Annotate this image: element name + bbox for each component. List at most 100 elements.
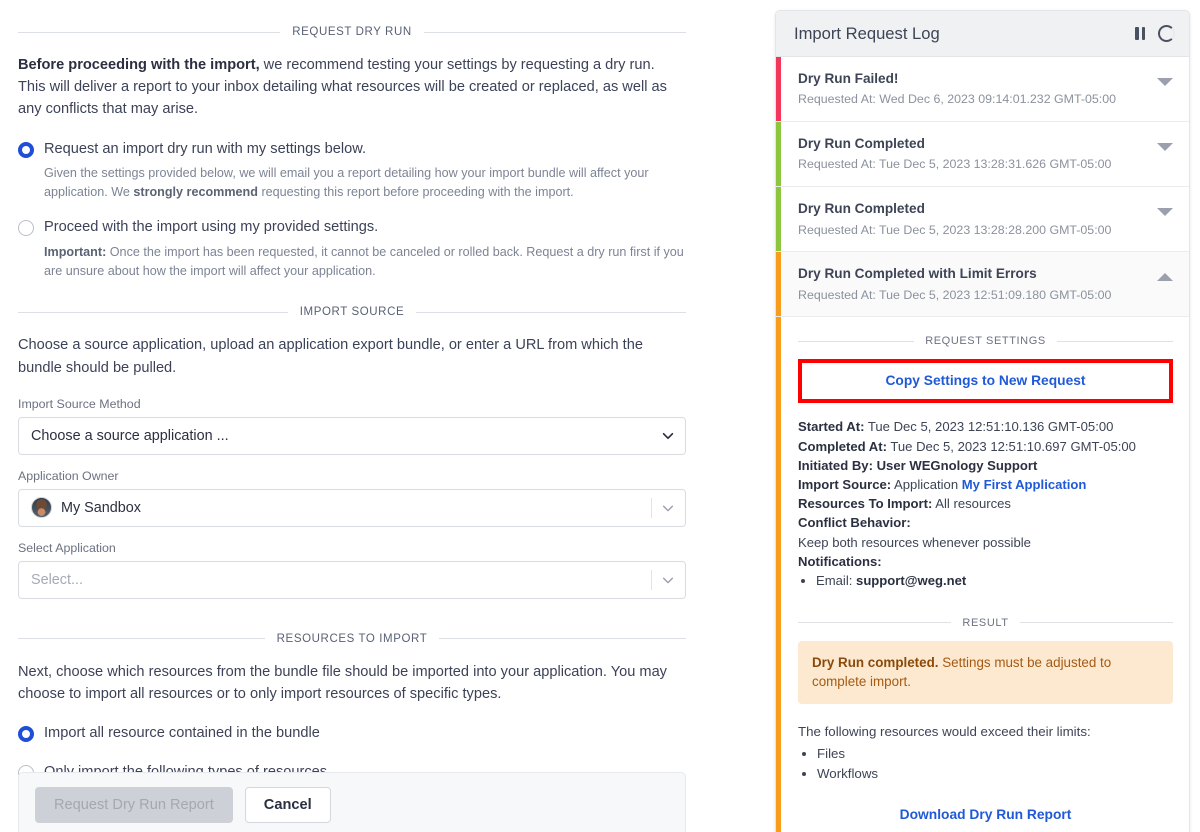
notification-email: support@weg.net xyxy=(856,573,967,589)
resources-option-0[interactable]: Import all resource contained in the bun… xyxy=(18,723,686,744)
detail-value: Keep both resources whenever possible xyxy=(798,534,1031,550)
detail-key: Import Source: xyxy=(798,477,892,493)
import-request-log-card: Import Request Log Dry Run Failed! Reque… xyxy=(775,10,1190,832)
log-entry[interactable]: Dry Run Completed Requested At: Tue Dec … xyxy=(776,122,1189,188)
divider-line-right xyxy=(1056,340,1174,342)
import-source-application-link[interactable]: My First Application xyxy=(962,477,1087,492)
help-text-post: requesting this report before proceeding… xyxy=(257,184,574,199)
request-dry-run-report-button[interactable]: Request Dry Run Report xyxy=(35,787,233,823)
detail-key: Notifications: xyxy=(798,553,882,569)
detail-value: User WEGnology Support xyxy=(876,457,1038,473)
detail-value: All resources xyxy=(935,496,1011,512)
cancel-button[interactable]: Cancel xyxy=(244,787,331,823)
application-owner-select[interactable]: My Sandbox xyxy=(18,488,686,527)
log-entry-expanded[interactable]: Dry Run Completed with Limit Errors Requ… xyxy=(776,252,1189,318)
dry-run-option-1-label: Proceed with the import using my provide… xyxy=(44,219,379,236)
chevron-up-icon[interactable] xyxy=(1157,273,1173,282)
log-entry[interactable]: Dry Run Completed Requested At: Tue Dec … xyxy=(776,187,1189,253)
select-application-select[interactable]: Select... xyxy=(18,560,686,599)
detail-value: Tue Dec 5, 2023 12:51:10.697 GMT-05:00 xyxy=(890,438,1136,454)
limits-intro: The following resources would exceed the… xyxy=(798,723,1091,739)
section-title: REQUEST DRY RUN xyxy=(292,26,412,38)
divider-line-right xyxy=(439,638,687,640)
detail-row-notifications-key: Notifications: xyxy=(798,552,1173,571)
divider-line-left xyxy=(18,31,281,33)
log-entry-text: Dry Run Failed! Requested At: Wed Dec 6,… xyxy=(798,70,1147,108)
detail-key: Started At: xyxy=(798,419,865,435)
detail-row-started-at: Started At: Tue Dec 5, 2023 12:51:10.136… xyxy=(798,417,1173,436)
divider-line-left xyxy=(18,311,288,313)
form-action-bar: Request Dry Run Report Cancel xyxy=(18,772,686,832)
result-alert-banner: Dry Run completed. Settings must be adju… xyxy=(798,640,1173,704)
log-entry-title: Dry Run Completed xyxy=(798,136,925,152)
copy-settings-to-new-request-link[interactable]: Copy Settings to New Request xyxy=(885,373,1085,388)
refresh-spinner-icon[interactable] xyxy=(1158,25,1175,42)
dry-run-option-1-row[interactable]: Proceed with the import using my provide… xyxy=(18,217,686,238)
log-entry-title: Dry Run Completed with Limit Errors xyxy=(798,266,1037,282)
log-entry-main[interactable]: Dry Run Completed Requested At: Tue Dec … xyxy=(781,187,1189,251)
divider-line-left xyxy=(18,638,265,640)
dry-run-option-0-row[interactable]: Request an import dry run with my settin… xyxy=(18,139,686,160)
log-entry-title: Dry Run Failed! xyxy=(798,71,899,86)
import-source-method-select[interactable]: Choose a source application ... xyxy=(18,416,686,455)
resources-option-0-label: Import all resource contained in the bun… xyxy=(44,725,320,742)
field-label: Select Application xyxy=(18,540,116,555)
section-header-resources-to-import: RESOURCES TO IMPORT xyxy=(18,633,687,645)
section-title: REQUEST SETTINGS xyxy=(925,335,1046,348)
pause-icon[interactable] xyxy=(1135,27,1145,40)
field-select-application: Select Application Select... xyxy=(18,541,686,599)
limits-list: Files Workflows xyxy=(798,744,1173,784)
dry-run-option-1-help: Important: Once the import has been requ… xyxy=(44,243,686,281)
radio-button-request-dry-run[interactable] xyxy=(18,141,34,158)
download-dry-run-report-link[interactable]: Download Dry Run Report xyxy=(900,807,1072,822)
dry-run-intro-paragraph: Before proceeding with the import, we re… xyxy=(18,54,686,121)
dry-run-option-1[interactable]: Proceed with the import using my provide… xyxy=(18,217,686,280)
log-entry-subtitle: Requested At: Tue Dec 5, 2023 13:28:31.6… xyxy=(798,157,1112,172)
detail-key: Initiated By: xyxy=(798,457,873,473)
dry-run-option-0-label: Request an import dry run with my settin… xyxy=(44,140,367,157)
chevron-down-icon xyxy=(661,501,675,515)
section-header-result: RESULT xyxy=(798,617,1173,629)
detail-value-prefix: Application xyxy=(894,477,959,493)
log-entry[interactable]: Dry Run Failed! Requested At: Wed Dec 6,… xyxy=(776,57,1189,123)
notification-item: Email: support@weg.net xyxy=(816,571,1173,591)
help-text-post: Once the import has been requested, it c… xyxy=(44,244,684,278)
log-header: Import Request Log xyxy=(776,11,1189,57)
log-entry-main[interactable]: Dry Run Failed! Requested At: Wed Dec 6,… xyxy=(781,57,1189,121)
log-entry-main[interactable]: Dry Run Completed with Limit Errors Requ… xyxy=(781,252,1189,317)
log-entry-text: Dry Run Completed with Limit Errors Requ… xyxy=(798,265,1147,303)
divider-line-right xyxy=(416,311,686,313)
dry-run-option-0-help: Given the settings provided below, we wi… xyxy=(44,164,686,202)
detail-row-completed-at: Completed At: Tue Dec 5, 2023 12:51:10.6… xyxy=(798,437,1173,456)
field-label: Application Owner xyxy=(18,468,119,483)
divider-line-left xyxy=(798,622,952,624)
copy-settings-highlight-box: Copy Settings to New Request xyxy=(798,359,1173,404)
radio-button-import-all[interactable] xyxy=(18,726,34,743)
section-header-request-dry-run: REQUEST DRY RUN xyxy=(18,26,686,38)
detail-key: Completed At: xyxy=(798,438,887,454)
log-entry-main[interactable]: Dry Run Completed Requested At: Tue Dec … xyxy=(781,122,1189,186)
divider-line-left xyxy=(798,340,915,342)
limits-list-item: Files xyxy=(817,744,1173,764)
notification-label: Email: xyxy=(816,573,853,589)
select-separator xyxy=(651,497,652,518)
log-entry-subtitle: Requested At: Tue Dec 5, 2023 12:51:09.1… xyxy=(798,287,1112,302)
select-separator xyxy=(651,569,652,590)
limits-block: The following resources would exceed the… xyxy=(798,722,1173,784)
chevron-down-icon[interactable] xyxy=(1157,143,1173,152)
import-source-intro: Choose a source application, upload an a… xyxy=(18,337,643,376)
chevron-down-icon[interactable] xyxy=(1157,78,1173,86)
log-header-actions xyxy=(1135,25,1175,42)
dry-run-option-0[interactable]: Request an import dry run with my settin… xyxy=(18,139,686,202)
import-page: REQUEST DRY RUN Before proceeding with t… xyxy=(0,0,1200,832)
resources-intro: Next, choose which resources from the bu… xyxy=(18,663,667,702)
help-text-bold: strongly recommend xyxy=(133,184,258,199)
chevron-down-icon xyxy=(661,429,675,443)
divider-line-right xyxy=(423,31,686,33)
detail-value: Tue Dec 5, 2023 12:51:10.136 GMT-05:00 xyxy=(867,419,1114,435)
divider-line-right xyxy=(1019,622,1173,624)
chevron-down-icon xyxy=(661,573,675,587)
radio-button-proceed-import[interactable] xyxy=(18,220,34,237)
chevron-down-icon[interactable] xyxy=(1157,208,1173,217)
request-settings-details: Started At: Tue Dec 5, 2023 12:51:10.136… xyxy=(798,417,1173,591)
